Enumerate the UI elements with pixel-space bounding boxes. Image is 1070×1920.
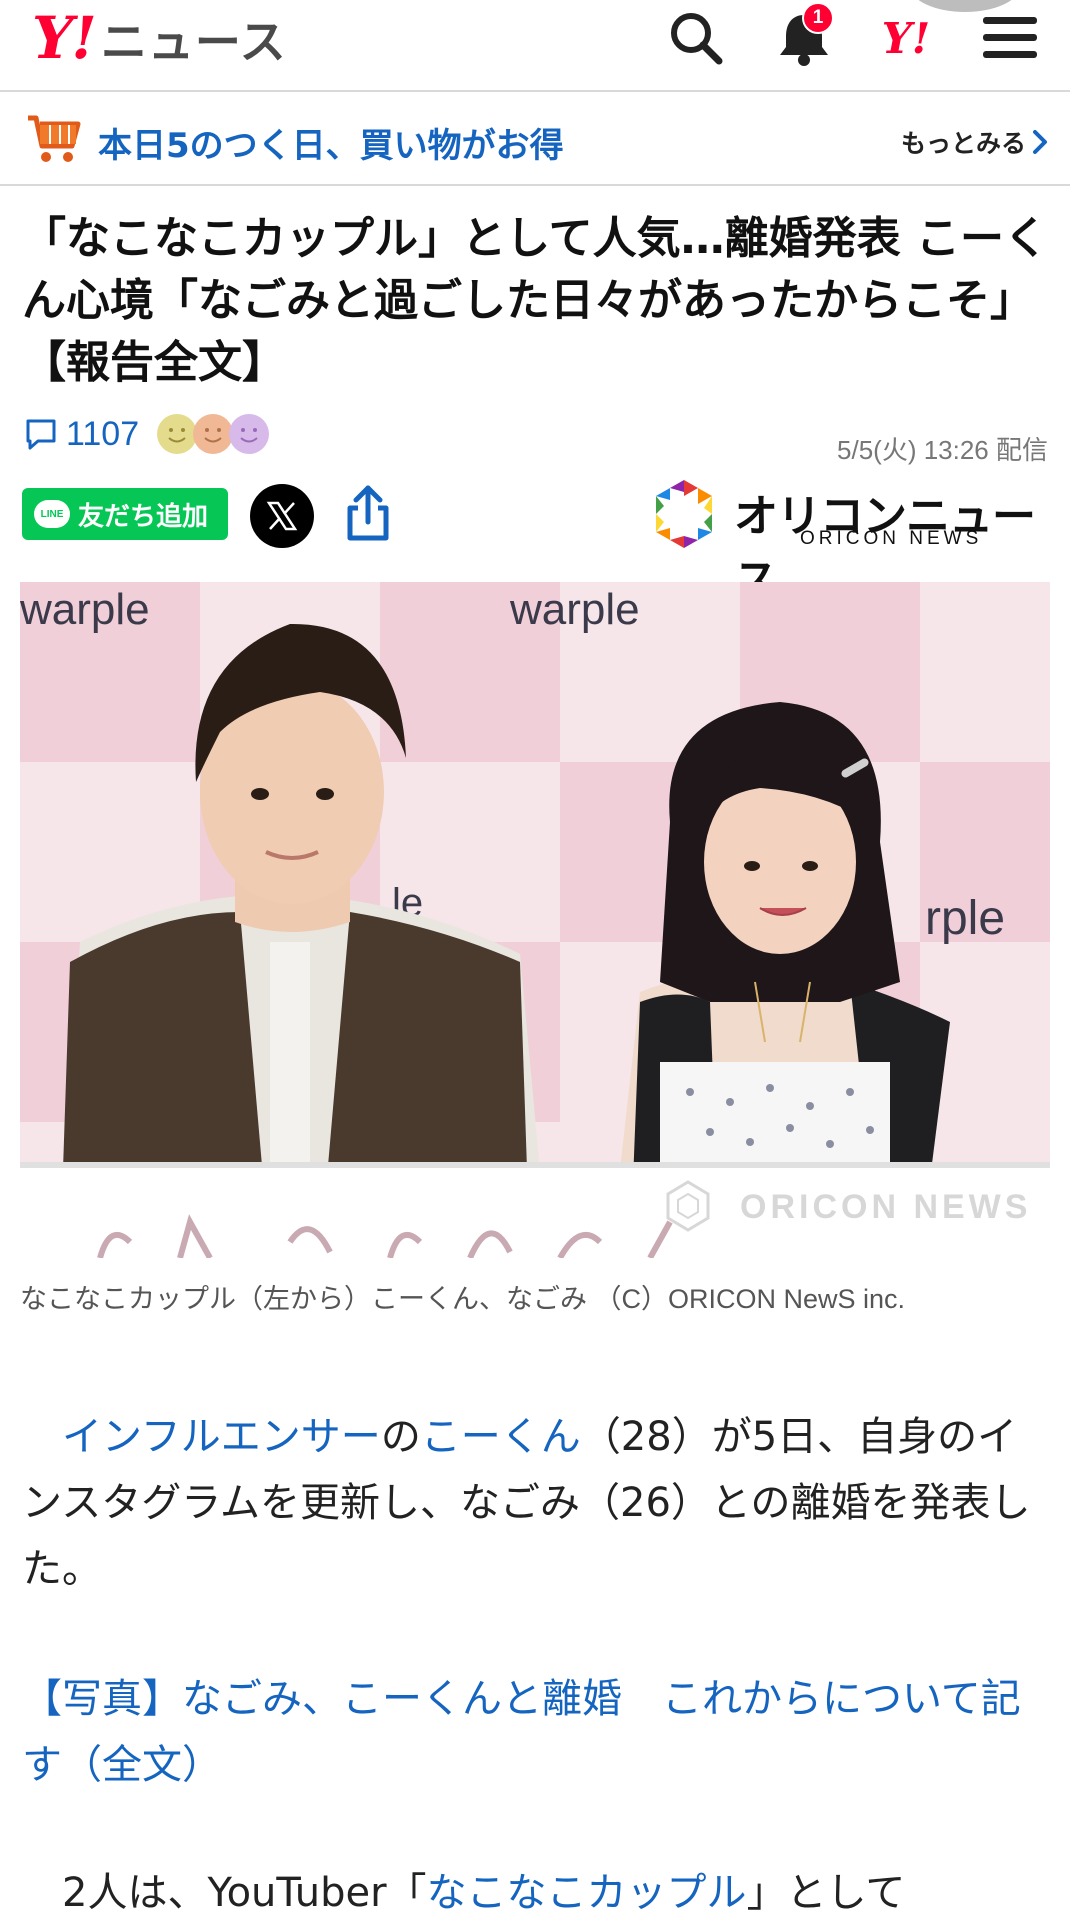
article-paragraph-2: 【写真】なごみ、こーくんと離婚 これからについて記す（全文）	[22, 1666, 1052, 1798]
publish-date: 5/5(火) 13:26 配信	[837, 435, 1048, 465]
oricon-logo-sub: ORICON NEWS	[800, 528, 983, 549]
x-share-icon[interactable]	[250, 484, 314, 548]
comment-icon	[26, 419, 56, 450]
nakonako-couple-link[interactable]: なこなこカップル	[427, 1870, 747, 1916]
article-photo[interactable]: warple warple rple le ORICON NEWS	[20, 582, 1050, 1258]
line-icon: LINE	[34, 500, 70, 528]
backdrop-text: warple	[20, 585, 150, 634]
koukun-link[interactable]: こーくん	[421, 1414, 581, 1460]
reaction-face-purple-icon	[229, 414, 270, 454]
chevron-right-icon	[1033, 130, 1047, 154]
oricon-news-logo[interactable]: オリコンニュース ORICON NEWS	[648, 476, 1052, 606]
share-icon[interactable]	[340, 484, 396, 544]
watermark-text: ORICON NEWS	[740, 1188, 1031, 1226]
shopping-cart-icon	[26, 112, 82, 166]
search-icon[interactable]	[664, 6, 728, 70]
notification-badge: 1	[802, 2, 834, 34]
photo-caption: なこなこカップル（左から）こーくん、なごみ （C）ORICON NewS inc…	[20, 1284, 906, 1314]
promo-more-label: もっとみる	[900, 129, 1026, 158]
reaction-face-orange-icon	[193, 414, 234, 454]
yahoo-id-icon[interactable]: Y!	[874, 6, 938, 70]
line-add-friend-button[interactable]: LINE 友だち追加	[22, 488, 228, 540]
logo-y: Y!	[32, 4, 97, 72]
article-paragraph-1: インフルエンサーのこーくん（28）が5日、自身のインスタグラムを更新し、なごみ（…	[22, 1404, 1052, 1602]
oricon-emblem-icon	[656, 480, 712, 548]
line-button-label: 友だち追加	[78, 501, 209, 532]
article-title: 「なこなこカップル」として人気…離婚発表 こーくん心境「なごみと過ごした日々があ…	[22, 213, 1048, 388]
paragraph-text: 2人は、YouTuber「	[62, 1870, 427, 1916]
promo-text: 本日5のつく日、買い物がお得	[98, 126, 564, 166]
photo-article-link[interactable]: 【写真】なごみ、こーくんと離婚 これからについて記す（全文）	[22, 1676, 1021, 1788]
promo-more-link[interactable]: もっとみる	[901, 124, 1048, 160]
reaction-face-yellow-icon	[157, 414, 198, 454]
app-header: Y! ニュース 1 Y!	[0, 0, 1070, 92]
article-paragraph-3: 2人は、YouTuber「なこなこカップル」として	[22, 1860, 1052, 1920]
backdrop-text: warple	[509, 585, 640, 634]
menu-icon[interactable]	[978, 6, 1042, 70]
comments-link[interactable]: 1107	[24, 414, 270, 454]
influencer-link[interactable]: インフルエンサー	[62, 1414, 381, 1460]
yahoo-news-logo[interactable]: Y! ニュース	[32, 4, 287, 72]
bell-icon[interactable]: 1	[772, 2, 836, 70]
comment-count: 1107	[66, 414, 140, 453]
paragraph-text: の	[380, 1414, 421, 1460]
backdrop-text: rple	[925, 892, 1005, 945]
reaction-faces	[157, 414, 270, 454]
paragraph-text: 」として	[746, 1870, 906, 1916]
promo-banner[interactable]: 本日5のつく日、買い物がお得 もっとみる	[0, 94, 1070, 186]
logo-news-text: ニュース	[100, 15, 287, 69]
